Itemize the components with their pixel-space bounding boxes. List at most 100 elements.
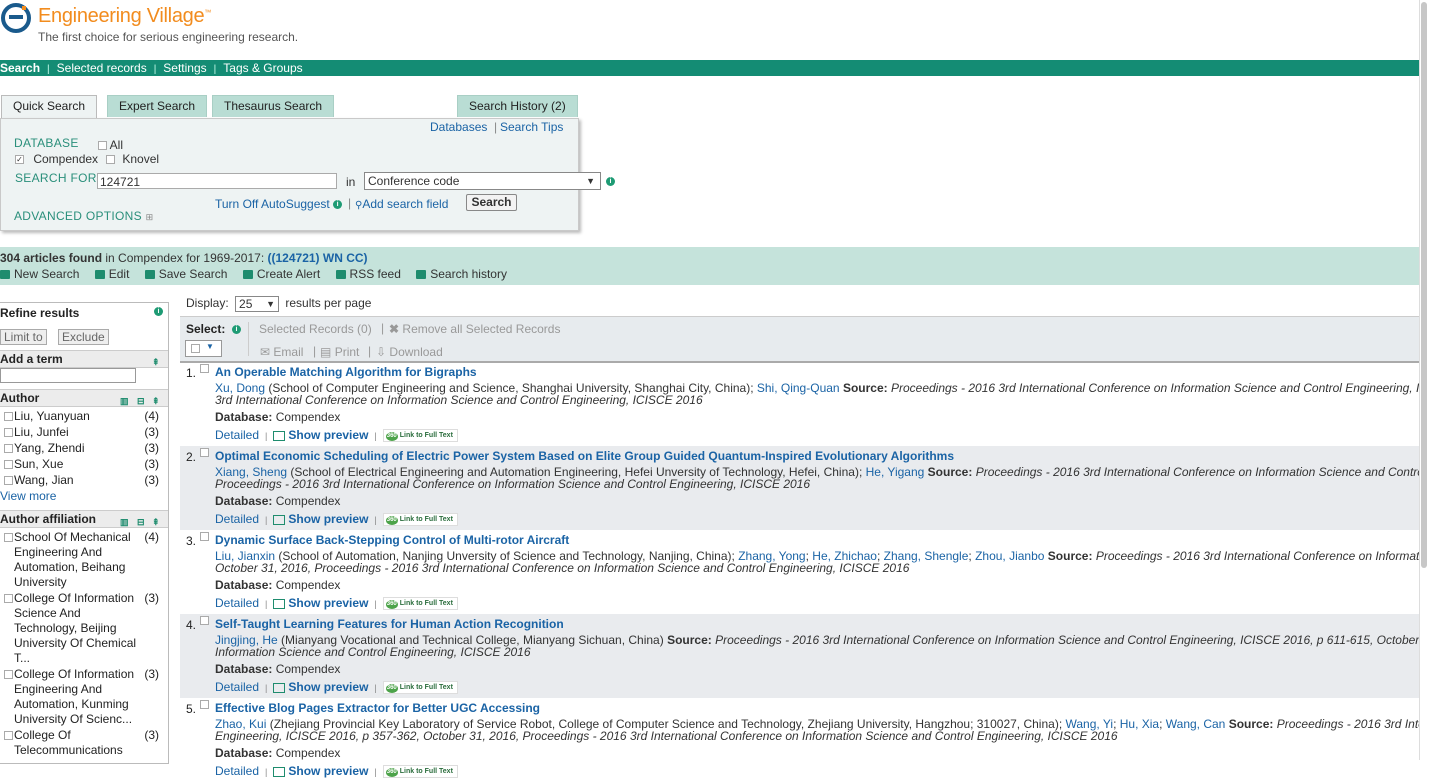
select-dropdown[interactable]: ▼ xyxy=(185,340,222,357)
author-link[interactable]: Hu, Xia xyxy=(1120,717,1159,731)
full-text-link[interactable]: 360 Link to Full Text xyxy=(382,429,458,443)
db-compendex-option[interactable]: ✓ Compendex xyxy=(15,152,98,166)
add-term-input[interactable] xyxy=(0,368,136,383)
save-search-action[interactable]: Save Search xyxy=(144,267,227,281)
affiliation-facet-item[interactable]: College Of Information Science And Techn… xyxy=(4,591,164,666)
nav-tags-groups[interactable]: Tags & Groups xyxy=(223,60,302,76)
db-all-checkbox[interactable] xyxy=(98,141,107,151)
page-scrollbar-thumb[interactable] xyxy=(1421,2,1427,568)
result-title-link[interactable]: Optimal Economic Scheduling of Electric … xyxy=(215,449,954,463)
author-checkbox[interactable] xyxy=(4,412,13,421)
affiliation-checkbox[interactable] xyxy=(4,533,13,542)
author-link[interactable]: He, Yigang xyxy=(866,465,925,479)
result-title-link[interactable]: An Operable Matching Algorithm for Bigra… xyxy=(215,365,477,379)
chart-icon[interactable]: ▥ xyxy=(120,393,129,409)
affiliation-checkbox[interactable] xyxy=(4,731,13,740)
search-input[interactable]: 124721 xyxy=(97,173,337,189)
result-checkbox[interactable] xyxy=(200,364,209,373)
select-all-checkbox[interactable] xyxy=(191,344,200,353)
rss-feed-action[interactable]: RSS feed xyxy=(335,267,401,281)
tab-thesaurus-search[interactable]: Thesaurus Search xyxy=(212,95,335,117)
add-term-header[interactable]: Add a term ⇞ xyxy=(0,350,168,368)
email-action[interactable]: ✉ Email xyxy=(260,345,303,359)
show-preview-link[interactable]: Show preview xyxy=(273,428,368,442)
affiliation-header[interactable]: Author affiliation ▥ ⊟ ⇞ xyxy=(0,510,168,528)
author-checkbox[interactable] xyxy=(4,460,13,469)
full-text-link[interactable]: 360 Link to Full Text xyxy=(382,765,458,779)
export-icon[interactable]: ⊟ xyxy=(137,514,145,530)
detailed-link[interactable]: Detailed xyxy=(215,764,259,778)
selected-records-link[interactable]: Selected Records (0) xyxy=(259,322,372,336)
result-checkbox[interactable] xyxy=(200,616,209,625)
show-preview-link[interactable]: Show preview xyxy=(273,596,368,610)
remove-all-selected[interactable]: ✖ Remove all Selected Records xyxy=(389,322,560,336)
result-checkbox[interactable] xyxy=(200,700,209,709)
print-action[interactable]: ▤ Print xyxy=(320,345,359,359)
view-more-link[interactable]: View more xyxy=(0,489,56,503)
results-query-link[interactable]: ((124721) WN CC) xyxy=(268,251,368,265)
author-checkbox[interactable] xyxy=(4,476,13,485)
db-knovel-checkbox[interactable] xyxy=(106,155,115,165)
tab-search-history[interactable]: Search History (2) xyxy=(457,95,578,117)
limit-to-button[interactable]: Limit to xyxy=(0,329,47,345)
edit-action[interactable]: Edit xyxy=(94,267,129,281)
author-link[interactable]: Shi, Qing-Quan xyxy=(757,381,840,395)
autosuggest-link[interactable]: Turn Off AutoSuggest i xyxy=(215,197,343,211)
full-text-link[interactable]: 360 Link to Full Text xyxy=(382,513,458,527)
info-icon[interactable]: i xyxy=(154,307,163,316)
result-title-link[interactable]: Effective Blog Pages Extractor for Bette… xyxy=(215,701,540,715)
author-checkbox[interactable] xyxy=(4,428,13,437)
databases-link[interactable]: Databases xyxy=(430,120,487,134)
show-preview-link[interactable]: Show preview xyxy=(273,680,368,694)
result-checkbox[interactable] xyxy=(200,448,209,457)
brand-name[interactable]: Engineering Village™ xyxy=(38,5,211,28)
detailed-link[interactable]: Detailed xyxy=(215,680,259,694)
tab-quick-search[interactable]: Quick Search xyxy=(1,95,98,119)
affiliation-facet-item[interactable]: College Of Telecommunications (3) xyxy=(4,728,164,758)
exclude-button[interactable]: Exclude xyxy=(58,329,109,345)
nav-search[interactable]: Search xyxy=(0,60,40,76)
collapse-icon[interactable]: ⇞ xyxy=(152,393,160,409)
info-icon[interactable]: i xyxy=(606,177,615,186)
per-page-select[interactable]: 25 ▼ xyxy=(235,296,280,312)
collapse-icon[interactable]: ⇞ xyxy=(152,514,160,530)
nav-selected-records[interactable]: Selected records xyxy=(57,60,147,76)
detailed-link[interactable]: Detailed xyxy=(215,428,259,442)
add-search-field-link[interactable]: ⚲Add search field xyxy=(355,197,448,211)
author-link[interactable]: Wang, Can xyxy=(1166,717,1226,731)
search-button[interactable]: Search xyxy=(466,194,517,211)
download-action[interactable]: ⇩ Download xyxy=(376,345,443,359)
export-icon[interactable]: ⊟ xyxy=(137,393,145,409)
result-checkbox[interactable] xyxy=(200,532,209,541)
new-search-action[interactable]: New Search xyxy=(0,267,79,281)
chart-icon[interactable]: ▥ xyxy=(120,514,129,530)
show-preview-link[interactable]: Show preview xyxy=(273,512,368,526)
tab-expert-search[interactable]: Expert Search xyxy=(107,95,208,117)
author-link[interactable]: Zhou, Jianbo xyxy=(975,549,1044,563)
collapse-icon[interactable]: ⇞ xyxy=(152,354,160,370)
create-alert-action[interactable]: Create Alert xyxy=(242,267,320,281)
full-text-link[interactable]: 360 Link to Full Text xyxy=(382,597,458,611)
search-tips-link[interactable]: Search Tips xyxy=(500,120,563,134)
result-title-link[interactable]: Dynamic Surface Back-Stepping Control of… xyxy=(215,533,569,547)
search-field-select[interactable]: Conference code ▼ xyxy=(364,172,601,190)
detailed-link[interactable]: Detailed xyxy=(215,512,259,526)
info-icon[interactable]: i xyxy=(232,325,241,334)
db-knovel-option[interactable]: Knovel xyxy=(106,152,159,166)
author-header[interactable]: Author ▥ ⊟ ⇞ xyxy=(0,389,168,407)
full-text-link[interactable]: 360 Link to Full Text xyxy=(382,681,458,695)
db-all-option[interactable]: All xyxy=(98,138,123,152)
db-compendex-checkbox[interactable]: ✓ xyxy=(15,155,24,165)
advanced-options-toggle[interactable]: ADVANCED OPTIONS ⊞ xyxy=(14,209,153,223)
search-history-action[interactable]: Search history xyxy=(416,267,507,281)
author-checkbox[interactable] xyxy=(4,444,13,453)
result-title-link[interactable]: Self-Taught Learning Features for Human … xyxy=(215,617,564,631)
nav-settings[interactable]: Settings xyxy=(163,60,206,76)
affiliation-checkbox[interactable] xyxy=(4,594,13,603)
affiliation-facet-item[interactable]: School Of Mechanical Engineering And Aut… xyxy=(4,530,164,590)
show-preview-link[interactable]: Show preview xyxy=(273,764,368,778)
result-links: Detailed | Show preview | 360 Link to Full Te… xyxy=(215,512,458,527)
affiliation-checkbox[interactable] xyxy=(4,670,13,679)
detailed-link[interactable]: Detailed xyxy=(215,596,259,610)
affiliation-facet-item[interactable]: College Of Information Engineering And A… xyxy=(4,667,164,727)
